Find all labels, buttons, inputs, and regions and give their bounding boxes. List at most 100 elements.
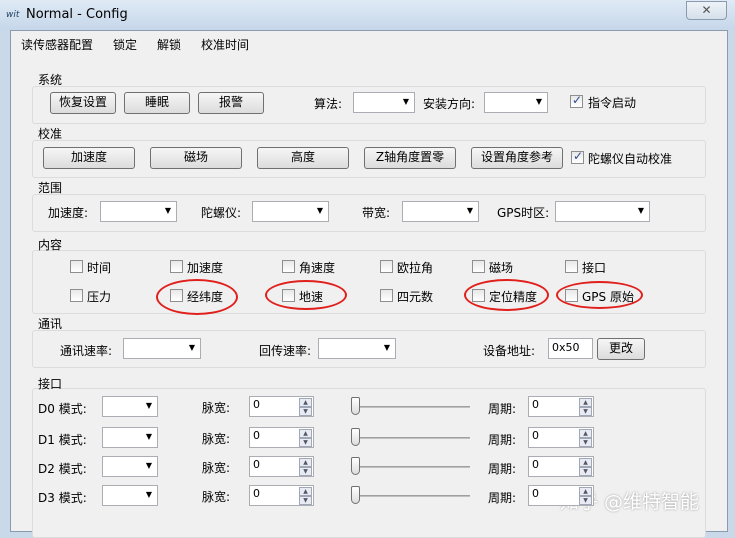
content-checkbox[interactable] bbox=[70, 260, 83, 273]
mount-label: 安装方向: bbox=[423, 97, 476, 111]
spin-down-icon[interactable]: ▼ bbox=[579, 407, 592, 416]
menu-calib-time[interactable]: 校准时间 bbox=[201, 36, 249, 53]
return-rate-label: 回传速率: bbox=[259, 344, 312, 358]
port-mode-select[interactable] bbox=[102, 396, 158, 417]
slider-thumb[interactable] bbox=[351, 457, 360, 475]
comm-rate-select[interactable] bbox=[123, 338, 201, 359]
slider-track[interactable] bbox=[352, 495, 470, 497]
pulse-width-spinner[interactable]: 0 ▲ ▼ bbox=[249, 396, 314, 417]
pulse-width-spinner[interactable]: 0 ▲ ▼ bbox=[249, 456, 314, 477]
calib-height-button[interactable]: 高度 bbox=[257, 147, 349, 169]
bandwidth-select[interactable] bbox=[402, 201, 479, 222]
spin-up-icon[interactable]: ▲ bbox=[579, 429, 592, 438]
spin-up-icon[interactable]: ▲ bbox=[579, 487, 592, 496]
pulse-width-spinner[interactable]: 0 ▲ ▼ bbox=[249, 427, 314, 448]
content-checkbox[interactable] bbox=[472, 260, 485, 273]
period-value: 0 bbox=[532, 398, 539, 411]
system-label: 系统 bbox=[38, 73, 63, 87]
spin-up-icon[interactable]: ▲ bbox=[299, 458, 312, 467]
spin-up-icon[interactable]: ▲ bbox=[579, 398, 592, 407]
spin-down-icon[interactable]: ▼ bbox=[299, 467, 312, 476]
calib-mag-button[interactable]: 磁场 bbox=[150, 147, 242, 169]
algo-select[interactable] bbox=[353, 92, 415, 113]
spin-down-icon[interactable]: ▼ bbox=[579, 496, 592, 505]
calib-accel-button[interactable]: 加速度 bbox=[43, 147, 135, 169]
cmd-start-label: 指令启动 bbox=[588, 96, 637, 110]
port-mode-label: D3 模式: bbox=[38, 491, 87, 505]
spin-up-icon[interactable]: ▲ bbox=[299, 398, 312, 407]
gps-tz-select[interactable] bbox=[555, 201, 650, 222]
spin-up-icon[interactable]: ▲ bbox=[299, 429, 312, 438]
content-checkbox[interactable] bbox=[170, 260, 183, 273]
pulse-width-value: 0 bbox=[253, 398, 260, 411]
angle-ref-button[interactable]: 设置角度参考 bbox=[471, 147, 563, 169]
slider-track[interactable] bbox=[352, 437, 470, 439]
z-zero-button[interactable]: Z轴角度置零 bbox=[364, 147, 456, 169]
menu-read-config[interactable]: 读传感器配置 bbox=[21, 36, 93, 53]
content-checkbox[interactable] bbox=[380, 289, 393, 302]
port-mode-select[interactable] bbox=[102, 485, 158, 506]
menu-lock[interactable]: 锁定 bbox=[113, 36, 137, 53]
pulse-width-value: 0 bbox=[253, 429, 260, 442]
spin-down-icon[interactable]: ▼ bbox=[299, 407, 312, 416]
spin-up-icon[interactable]: ▲ bbox=[579, 458, 592, 467]
range-label: 范围 bbox=[38, 181, 63, 195]
slider-track[interactable] bbox=[352, 466, 470, 468]
sleep-button[interactable]: 睡眠 bbox=[124, 92, 190, 114]
content-checkbox-label: 时间 bbox=[87, 261, 112, 275]
spin-up-icon[interactable]: ▲ bbox=[299, 487, 312, 496]
content-checkbox-label: 角速度 bbox=[299, 261, 336, 275]
port-mode-select[interactable] bbox=[102, 456, 158, 477]
content-checkbox[interactable] bbox=[282, 260, 295, 273]
period-value: 0 bbox=[532, 487, 539, 500]
range-accel-label: 加速度: bbox=[48, 206, 89, 220]
period-spinner[interactable]: 0 ▲ ▼ bbox=[528, 396, 594, 417]
spin-down-icon[interactable]: ▼ bbox=[579, 438, 592, 447]
period-spinner[interactable]: 0 ▲ ▼ bbox=[528, 456, 594, 477]
close-button[interactable]: ✕ bbox=[686, 1, 727, 20]
menu-unlock[interactable]: 解锁 bbox=[157, 36, 181, 53]
period-label: 周期: bbox=[488, 491, 517, 505]
port-mode-select[interactable] bbox=[102, 427, 158, 448]
content-label: 内容 bbox=[38, 238, 63, 252]
content-checkbox-label: 地速 bbox=[299, 290, 324, 304]
content-checkbox-label: 定位精度 bbox=[489, 290, 538, 304]
content-checkbox[interactable] bbox=[472, 289, 485, 302]
addr-label: 设备地址: bbox=[483, 344, 536, 358]
range-gyro-select[interactable] bbox=[252, 201, 329, 222]
spin-down-icon[interactable]: ▼ bbox=[299, 496, 312, 505]
content-checkbox[interactable] bbox=[282, 289, 295, 302]
mount-select[interactable] bbox=[484, 92, 548, 113]
calib-label: 校准 bbox=[38, 127, 63, 141]
change-button[interactable]: 更改 bbox=[597, 338, 645, 360]
return-rate-select[interactable] bbox=[318, 338, 396, 359]
addr-input[interactable]: 0x50 bbox=[548, 338, 593, 359]
content-checkbox[interactable] bbox=[380, 260, 393, 273]
content-checkbox[interactable] bbox=[170, 289, 183, 302]
restore-button[interactable]: 恢复设置 bbox=[50, 92, 116, 114]
slider-track[interactable] bbox=[352, 406, 470, 408]
pulse-width-label: 脉宽: bbox=[202, 401, 231, 415]
comm-label: 通讯 bbox=[38, 317, 63, 331]
period-spinner[interactable]: 0 ▲ ▼ bbox=[528, 427, 594, 448]
content-checkbox[interactable] bbox=[565, 289, 578, 302]
content-checkbox-label: GPS 原始 bbox=[582, 290, 634, 304]
content-checkbox[interactable] bbox=[565, 260, 578, 273]
slider-thumb[interactable] bbox=[351, 428, 360, 446]
period-spinner[interactable]: 0 ▲ ▼ bbox=[528, 485, 594, 506]
slider-thumb[interactable] bbox=[351, 397, 360, 415]
range-accel-select[interactable] bbox=[100, 201, 177, 222]
spin-down-icon[interactable]: ▼ bbox=[579, 467, 592, 476]
gps-tz-label: GPS时区: bbox=[497, 206, 550, 220]
content-checkbox-label: 欧拉角 bbox=[397, 261, 434, 275]
pulse-width-label: 脉宽: bbox=[202, 432, 231, 446]
pulse-width-spinner[interactable]: 0 ▲ ▼ bbox=[249, 485, 314, 506]
content-checkbox[interactable] bbox=[70, 289, 83, 302]
alarm-button[interactable]: 报警 bbox=[198, 92, 264, 114]
cmd-start-checkbox[interactable] bbox=[570, 93, 583, 108]
gyro-auto-checkbox[interactable] bbox=[571, 149, 584, 164]
spin-down-icon[interactable]: ▼ bbox=[299, 438, 312, 447]
period-value: 0 bbox=[532, 429, 539, 442]
pulse-width-value: 0 bbox=[253, 487, 260, 500]
slider-thumb[interactable] bbox=[351, 486, 360, 504]
